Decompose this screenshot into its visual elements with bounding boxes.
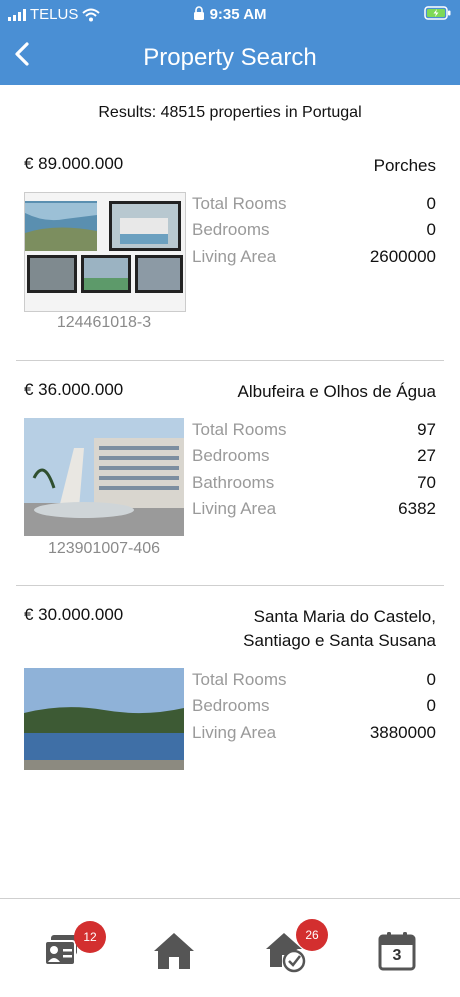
listing-price: € 36.000.000 [24,380,124,399]
listing-item[interactable]: € 89.000.000 Porches 124461018-3 Total R… [16,154,444,344]
page-title: Property Search [143,44,317,71]
listing-item[interactable]: € 36.000.000 Albufeira e Olhos de Água 1… [16,380,444,570]
spec-value: 97 [417,420,436,439]
listing-location-line: Santiago e Santa Susana [243,631,436,650]
spec-row: Living Area 2600000 [192,247,436,273]
spec-row: Bedrooms 0 [192,696,436,722]
spec-label: Bedrooms [192,696,270,716]
spec-value: 2600000 [369,246,436,266]
spec-value: 0 [426,670,436,689]
status-right [424,6,452,24]
contacts-badge: 12 [74,921,106,953]
property-photo [24,668,184,770]
property-photo [24,418,184,536]
listing-photo[interactable] [24,668,184,770]
listing-location-line: Santa Maria do Castelo, [253,607,436,626]
listing-location: Santa Maria do Castelo, Santiago e Santa… [243,605,436,653]
tab-bar: 12 26 3 [0,898,460,997]
nav-bar: Property Search [0,30,460,85]
listing-specs: Total Rooms 97 Bedrooms 27 Bathrooms 70 Liv… [192,420,436,525]
listing-specs: Total Rooms 0 Bedrooms 0 Living Area 260000… [192,194,436,273]
status-time: 9:35 AM [209,6,267,23]
spec-value: 6382 [398,498,436,518]
spec-value: 0 [426,194,436,213]
spec-row: Total Rooms 0 [192,194,436,220]
spec-label: Living Area [192,246,277,266]
listing-price: € 89.000.000 [24,154,124,173]
divider [16,360,444,361]
spec-row: Living Area 6382 [192,499,436,525]
divider [16,585,444,586]
spec-label: Bedrooms [192,220,270,240]
listing-item[interactable]: € 30.000.000 Santa Maria do Castelo, San… [16,605,444,775]
spec-label: Total Rooms [192,670,287,689]
status-bar: TELUS 9:35 AM [0,0,460,30]
favorites-badge: 26 [296,919,328,951]
spec-row: Total Rooms 97 [192,420,436,446]
results-summary: Results: 48515 properties in Portugal [98,104,362,121]
status-center: 9:35 AM [0,6,460,23]
property-photo-collage [25,193,185,311]
listing-photo[interactable] [24,418,184,536]
spec-row: Total Rooms 0 [192,670,436,696]
battery-charging-icon [424,6,451,20]
listing-reference: 124461018-3 [56,314,152,331]
home-icon [154,933,194,969]
spec-value: 27 [417,446,436,466]
spec-label: Bathrooms [192,472,275,492]
spec-label: Living Area [192,722,277,742]
spec-row: Bedrooms 27 [192,446,436,472]
tab-home[interactable] [152,929,196,973]
spec-row: Bedrooms 0 [192,220,436,246]
spec-value: 0 [426,696,436,716]
spec-label: Total Rooms [192,420,287,439]
tab-calendar[interactable]: 3 [375,929,419,973]
listing-price: € 30.000.000 [24,605,124,624]
spec-row: Living Area 3880000 [192,723,436,749]
spec-row: Bathrooms 70 [192,473,436,499]
spec-value: 0 [426,220,436,240]
listing-location: Porches [373,156,436,175]
lock-icon [194,6,205,20]
calendar-day: 3 [392,947,402,964]
listing-location: Albufeira e Olhos de Água [237,382,436,401]
spec-label: Bedrooms [192,446,270,466]
listing-photo[interactable] [24,192,186,312]
listing-reference: 123901007-406 [47,540,161,557]
spec-value: 70 [417,472,436,492]
spec-label: Living Area [192,498,277,518]
listing-specs: Total Rooms 0 Bedrooms 0 Living Area 388000… [192,670,436,749]
spec-label: Total Rooms [192,194,287,213]
spec-value: 3880000 [369,722,436,742]
